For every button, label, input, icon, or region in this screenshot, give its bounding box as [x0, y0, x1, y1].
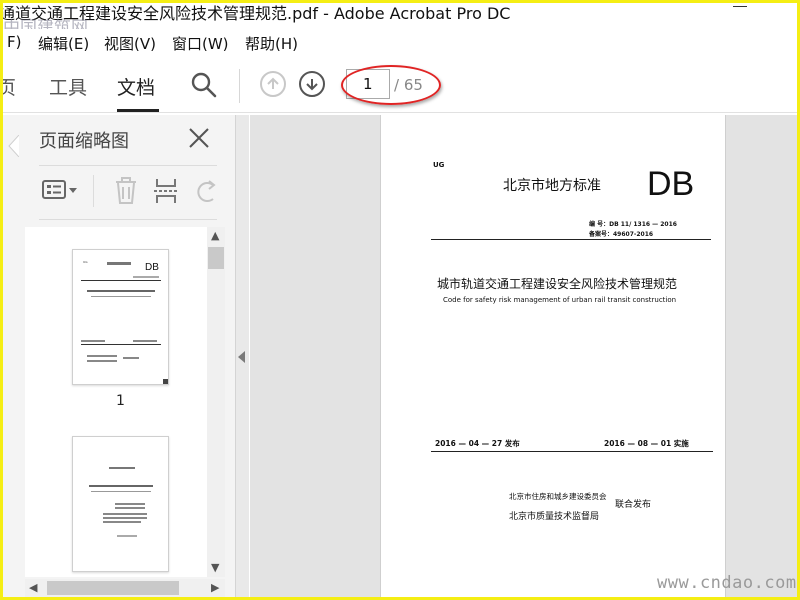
search-icon[interactable]: [190, 71, 218, 99]
tab-tools[interactable]: 工具: [49, 73, 87, 100]
doc-db-mark: DB: [647, 165, 695, 203]
doc-implementation-date: 2016 — 08 — 01 实施: [604, 439, 689, 448]
toolbar-divider: [239, 69, 240, 103]
menu-view[interactable]: 视图(V): [104, 33, 156, 54]
horizontal-scrollbar[interactable]: ◀ ▶: [25, 579, 225, 597]
tool-divider: [93, 175, 94, 207]
thumbnail-label: 1: [116, 393, 125, 409]
menu-edit[interactable]: 编辑(E): [38, 33, 89, 54]
thumbnail-page-1[interactable]: UG DB: [72, 249, 169, 385]
title-bar: 通道交通工程建设安全风险技术管理规范.pdf - Adobe Acrobat P…: [3, 3, 797, 38]
site-watermark: www.cndao.com: [657, 573, 797, 593]
doc-title-en: Code for safety risk management of urban…: [443, 296, 677, 304]
highlight-annotation: [341, 65, 441, 105]
vertical-scroll-thumb[interactable]: [208, 247, 224, 269]
menu-window[interactable]: 窗口(W): [172, 33, 229, 54]
scroll-right-icon[interactable]: ▶: [211, 581, 219, 594]
rotate-icon[interactable]: [193, 177, 219, 205]
doc-joint-release: 联合发布: [615, 500, 652, 510]
panel-splitter[interactable]: [235, 115, 249, 597]
doc-rule-bottom: [431, 451, 713, 452]
options-menu-icon[interactable]: [41, 177, 79, 203]
thumbnail-page-2[interactable]: [72, 436, 169, 572]
tab-document[interactable]: 文档: [117, 73, 155, 100]
collapse-arrow-icon[interactable]: [238, 351, 245, 363]
panel-divider: [39, 219, 217, 220]
scroll-down-icon[interactable]: ▼: [211, 561, 219, 574]
thumbnails-panel: 页面缩略图 UG DB 1 ▲ ▼ ◀ ▶: [3, 115, 235, 597]
menu-file[interactable]: F): [7, 33, 21, 51]
active-tab-indicator: [117, 109, 159, 112]
doc-rule-top: [431, 239, 711, 240]
scroll-left-icon[interactable]: ◀: [29, 581, 37, 594]
tab-home[interactable]: 页: [3, 73, 16, 100]
panel-title: 页面缩略图: [39, 131, 129, 152]
doc-ug: UG: [433, 161, 445, 169]
insert-page-icon[interactable]: [153, 177, 181, 205]
thumbnail-list: UG DB 1: [25, 227, 207, 577]
arrow-up-circle-icon[interactable]: [260, 71, 286, 97]
doc-issuer-2: 北京市质量技术监督局: [509, 512, 600, 522]
arrow-down-circle-icon[interactable]: [299, 71, 325, 97]
doc-title-cn: 城市轨道交通工程建设安全风险技术管理规范: [437, 277, 678, 291]
delete-icon[interactable]: [113, 177, 139, 205]
minimize-icon[interactable]: [733, 6, 747, 7]
menu-help[interactable]: 帮助(H): [245, 33, 298, 54]
app-window: 通道交通工程建设安全风险技术管理规范.pdf - Adobe Acrobat P…: [0, 0, 800, 600]
doc-issue-date: 2016 — 04 — 27 发布: [435, 439, 520, 448]
horizontal-scroll-thumb[interactable]: [47, 581, 179, 595]
panel-divider: [39, 165, 217, 166]
toolbar: 页 工具 文档 / 65: [3, 59, 797, 113]
document-viewer: UG 北京市地方标准 DB 编 号：DB 11/ 1316 — 2016 备案号…: [250, 115, 797, 597]
document-page: UG 北京市地方标准 DB 编 号：DB 11/ 1316 — 2016 备案号…: [380, 115, 726, 597]
panel-collapse-tab[interactable]: [7, 135, 19, 157]
vertical-scrollbar[interactable]: ▲ ▼: [207, 227, 225, 577]
doc-record-number: 备案号：49607-2016: [589, 231, 654, 238]
close-icon[interactable]: [186, 125, 212, 151]
menu-bar: F) 编辑(E) 视图(V) 窗口(W) 帮助(H): [3, 29, 797, 57]
doc-issuer-1: 北京市住房和城乡建设委员会: [509, 492, 607, 501]
scroll-up-icon[interactable]: ▲: [211, 229, 219, 242]
doc-code: 编 号：DB 11/ 1316 — 2016: [589, 221, 677, 228]
doc-header: 北京市地方标准: [503, 178, 601, 194]
